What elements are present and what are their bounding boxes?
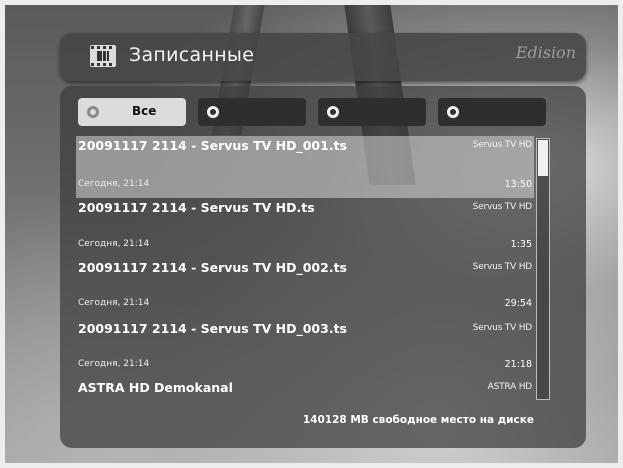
recordings-panel: Все 20091117 2114 - Servus TV HD_001.ts … xyxy=(60,86,586,448)
recording-duration: 1:35 xyxy=(510,239,532,250)
recording-channel: ASTRA HD xyxy=(487,382,533,392)
disk-free-space: 140128 MB свободное место на диске xyxy=(302,414,534,426)
film-icon xyxy=(90,45,116,67)
tab-label: Все xyxy=(132,104,157,118)
recording-channel: Servus TV HD xyxy=(472,140,533,150)
recordings-list: 20091117 2114 - Servus TV HD_001.ts Serv… xyxy=(76,136,534,398)
list-item[interactable]: 20091117 2114 - Servus TV HD_001.ts Serv… xyxy=(76,136,534,198)
recording-duration: 29:54 xyxy=(504,298,532,309)
list-item[interactable]: 20091117 2114 - Servus TV HD_003.ts Serv… xyxy=(76,321,534,383)
recording-date: Сегодня, 21:14 xyxy=(78,239,150,249)
scrollbar-thumb[interactable] xyxy=(538,140,548,176)
list-item[interactable]: 20091117 2114 - Servus TV HD.ts Servus T… xyxy=(76,198,534,260)
list-item[interactable]: 20091117 2114 - Servus TV HD_002.ts Serv… xyxy=(76,260,534,322)
recording-channel: Servus TV HD xyxy=(472,323,533,333)
recording-date: Сегодня, 21:14 xyxy=(78,179,150,189)
scrollbar[interactable] xyxy=(536,138,550,400)
recording-filename: ASTRA HD Demokanal xyxy=(78,380,233,395)
recording-duration: 21:18 xyxy=(504,359,532,370)
brand-logo: Edision xyxy=(515,43,576,62)
page-title: Записанные xyxy=(129,44,255,66)
tab-filter-2[interactable] xyxy=(198,98,306,126)
recording-filename: 20091117 2114 - Servus TV HD_001.ts xyxy=(78,138,347,153)
list-item[interactable]: ASTRA HD Demokanal ASTRA HD xyxy=(76,380,534,398)
recording-filename: 20091117 2114 - Servus TV HD_003.ts xyxy=(78,321,347,336)
recording-duration: 13:50 xyxy=(504,179,532,190)
radio-icon xyxy=(87,106,99,118)
recording-channel: Servus TV HD xyxy=(472,202,533,212)
header-bar: Записанные Edision xyxy=(60,33,586,81)
recording-date: Сегодня, 21:14 xyxy=(78,359,150,369)
recording-filename: 20091117 2114 - Servus TV HD.ts xyxy=(78,200,315,215)
tab-filter-3[interactable] xyxy=(318,98,426,126)
recording-date: Сегодня, 21:14 xyxy=(78,298,150,308)
radio-icon xyxy=(327,106,339,118)
recording-channel: Servus TV HD xyxy=(472,262,533,272)
tab-all[interactable]: Все xyxy=(78,98,186,126)
recording-filename: 20091117 2114 - Servus TV HD_002.ts xyxy=(78,260,347,275)
radio-icon xyxy=(447,106,459,118)
radio-icon xyxy=(207,106,219,118)
tab-filter-4[interactable] xyxy=(438,98,546,126)
